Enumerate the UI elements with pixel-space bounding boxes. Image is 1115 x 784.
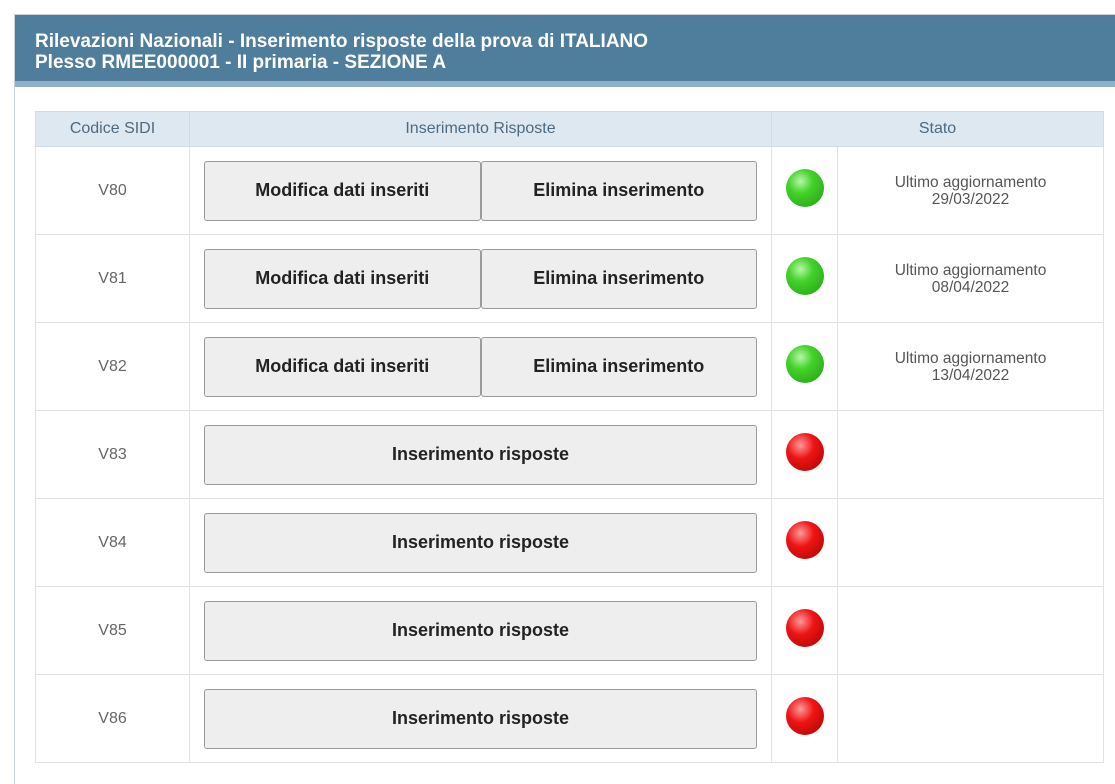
table-row: V84 Inserimento risposte bbox=[35, 498, 1105, 587]
last-update-label: Ultimo aggiornamento bbox=[894, 261, 1047, 279]
student-code: V81 bbox=[35, 234, 190, 323]
table-row: V86 Inserimento risposte bbox=[35, 674, 1105, 763]
last-update-label: Ultimo aggiornamento bbox=[894, 349, 1047, 367]
insert-responses-button[interactable]: Inserimento risposte bbox=[204, 512, 757, 573]
delete-entry-button[interactable]: Elimina inserimento bbox=[480, 160, 757, 221]
status-indicator-cell bbox=[771, 586, 838, 675]
status-text-cell bbox=[836, 410, 1105, 499]
insert-responses-button[interactable]: Inserimento risposte bbox=[204, 600, 757, 661]
status-pending-icon bbox=[785, 433, 824, 471]
status-complete-icon bbox=[785, 257, 824, 295]
status-pending-icon bbox=[785, 521, 824, 559]
status-indicator-cell bbox=[771, 674, 838, 763]
table-row: V80 Modifica dati inseriti Elimina inserim… bbox=[35, 146, 1105, 235]
status-pending-icon bbox=[785, 697, 824, 735]
status-complete-icon bbox=[785, 345, 824, 383]
column-header-responses: Inserimento Risposte bbox=[189, 111, 772, 147]
student-code: V80 bbox=[35, 146, 190, 235]
table-header-row: Codice SIDI Inserimento Risposte Stato bbox=[35, 111, 1105, 147]
edit-data-button[interactable]: Modifica dati inseriti bbox=[204, 248, 481, 309]
table-row: V82 Modifica dati inseriti Elimina inserim… bbox=[35, 322, 1105, 411]
edit-data-button[interactable]: Modifica dati inseriti bbox=[204, 160, 481, 221]
table-row: V81 Modifica dati inseriti Elimina inserim… bbox=[35, 234, 1105, 323]
insert-responses-button[interactable]: Inserimento risposte bbox=[204, 424, 757, 485]
status-text-cell: Ultimo aggiornamento 29/03/2022 bbox=[836, 146, 1105, 235]
status-indicator-cell bbox=[771, 498, 838, 587]
edit-data-button[interactable]: Modifica dati inseriti bbox=[204, 336, 481, 397]
student-code: V82 bbox=[35, 322, 190, 411]
status-indicator-cell bbox=[771, 322, 838, 411]
responses-table: Codice SIDI Inserimento Risposte Stato V… bbox=[35, 111, 1105, 763]
delete-entry-button[interactable]: Elimina inserimento bbox=[480, 336, 757, 397]
actions-cell: Inserimento risposte bbox=[189, 586, 772, 675]
page-title: Rilevazioni Nazionali - Inserimento risp… bbox=[35, 31, 649, 52]
status-complete-icon bbox=[785, 169, 824, 207]
status-indicator-cell bbox=[771, 410, 838, 499]
page-subtitle: Plesso RMEE000001 - II primaria - SEZION… bbox=[35, 52, 447, 73]
status-text-cell: Ultimo aggiornamento 13/04/2022 bbox=[836, 322, 1105, 411]
actions-cell: Modifica dati inseriti Elimina inseriment… bbox=[189, 322, 772, 411]
student-code: V86 bbox=[35, 674, 190, 763]
student-code: V85 bbox=[35, 586, 190, 675]
actions-cell: Modifica dati inseriti Elimina inseriment… bbox=[189, 146, 772, 235]
column-header-status: Stato bbox=[770, 111, 1105, 147]
table-row: V83 Inserimento risposte bbox=[35, 410, 1105, 499]
actions-cell: Modifica dati inseriti Elimina inseriment… bbox=[189, 234, 772, 323]
status-text-cell: Ultimo aggiornamento 08/04/2022 bbox=[836, 234, 1105, 323]
delete-entry-button[interactable]: Elimina inserimento bbox=[480, 248, 757, 309]
last-update-date: 13/04/2022 bbox=[931, 366, 1010, 384]
main-panel: Rilevazioni Nazionali - Inserimento risp… bbox=[14, 14, 1115, 784]
status-pending-icon bbox=[785, 609, 824, 647]
last-update-label: Ultimo aggiornamento bbox=[894, 173, 1047, 191]
student-code: V84 bbox=[35, 498, 190, 587]
column-header-code: Codice SIDI bbox=[35, 111, 190, 147]
student-code: V83 bbox=[35, 410, 190, 499]
status-text-cell bbox=[836, 674, 1105, 763]
last-update-date: 29/03/2022 bbox=[931, 190, 1010, 208]
table-row: V85 Inserimento risposte bbox=[35, 586, 1105, 675]
insert-responses-button[interactable]: Inserimento risposte bbox=[204, 688, 757, 749]
actions-cell: Inserimento risposte bbox=[189, 410, 772, 499]
actions-cell: Inserimento risposte bbox=[189, 498, 772, 587]
status-text-cell bbox=[836, 498, 1105, 587]
status-text-cell bbox=[836, 586, 1105, 675]
page-header: Rilevazioni Nazionali - Inserimento risp… bbox=[15, 15, 1115, 87]
actions-cell: Inserimento risposte bbox=[189, 674, 772, 763]
status-indicator-cell bbox=[771, 234, 838, 323]
last-update-date: 08/04/2022 bbox=[931, 278, 1010, 296]
status-indicator-cell bbox=[771, 146, 838, 235]
